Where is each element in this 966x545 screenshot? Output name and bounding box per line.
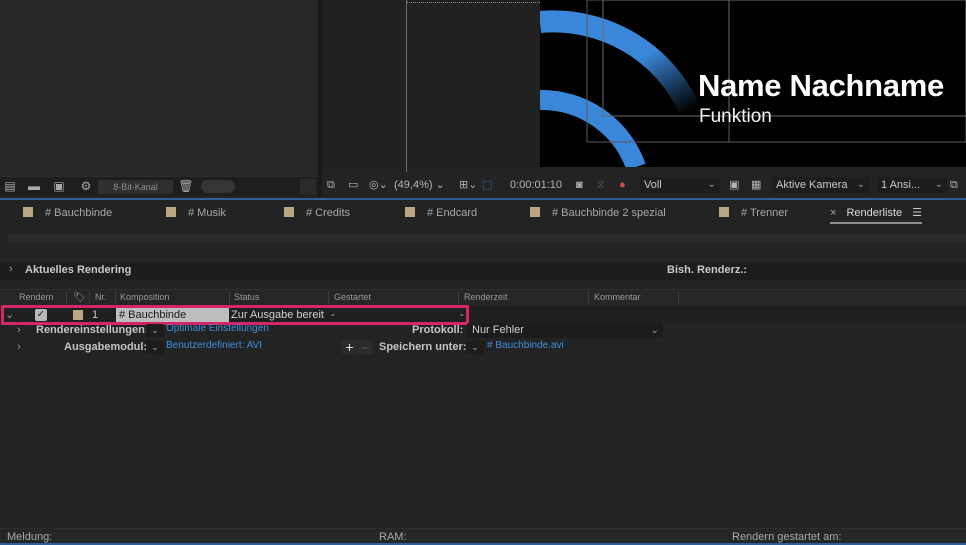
ram-label: RAM:	[379, 531, 407, 543]
col-kommentar[interactable]: Kommentar	[594, 292, 641, 302]
bit-depth-button[interactable]: 8-Bit-Kanal	[98, 180, 173, 194]
chevron-down-icon: ⌄	[650, 325, 659, 336]
composition-canvas[interactable]: Name Nachname Funktion	[540, 0, 966, 167]
current-render-section: › Aktuelles Rendering Bish. Renderz.:	[0, 262, 966, 280]
chevron-down-icon: ⌄	[856, 179, 865, 190]
tab-bauchbinde-2-spezial[interactable]: # Bauchbinde 2 spezial	[530, 206, 666, 224]
close-icon[interactable]: ×	[830, 207, 836, 219]
save-as-label: Speichern unter:	[379, 341, 467, 353]
tab-credits[interactable]: # Credits	[284, 206, 350, 224]
settings-icon[interactable]: ⚙	[78, 180, 94, 193]
chevron-right-icon[interactable]: ›	[9, 263, 13, 275]
label-color-swatch	[166, 207, 176, 217]
render-progress-bar	[8, 234, 966, 242]
tab-bauchbinde[interactable]: # Bauchbinde	[23, 206, 112, 224]
col-gestartet[interactable]: Gestartet	[334, 292, 371, 302]
timeline-tabbar: # Bauchbinde # Musik # Credits # Endcard…	[0, 200, 966, 227]
log-label: Protokoll:	[412, 324, 464, 336]
render-settings-link[interactable]: Optimale Einstellungen	[166, 321, 269, 337]
output-module-label: Ausgabemodul:	[64, 341, 148, 353]
interpret-footage-icon[interactable]: ▤	[2, 180, 18, 193]
add-output-module-button[interactable]: +	[342, 340, 357, 354]
view-options-icon[interactable]: ⧉	[950, 177, 958, 193]
tab-endcard[interactable]: # Endcard	[405, 206, 477, 224]
output-module-link[interactable]: Benutzerdefiniert: AVI	[166, 338, 262, 354]
scrollbar-corner	[300, 179, 316, 195]
guide-line-vertical	[406, 0, 407, 172]
project-footer-toolbar: ▤ ▬ ▣ ⚙ 8-Bit-Kanal 🗑	[0, 176, 318, 196]
current-render-label: Aktuelles Rendering	[25, 264, 132, 276]
transparency-grid-icon[interactable]: ⬚	[482, 177, 492, 193]
comp-function-text: Funktion	[699, 106, 772, 127]
label-color-swatch	[23, 207, 33, 217]
render-started-label: Rendern gestartet am:	[732, 531, 842, 543]
label-color-swatch	[530, 207, 540, 217]
after-effects-window: ▤ ▬ ▣ ⚙ 8-Bit-Kanal 🗑 Name Nachname Funk…	[0, 0, 966, 545]
always-preview-icon[interactable]: ⧉	[327, 177, 335, 193]
render-settings-dropdown[interactable]: ⌄	[146, 324, 164, 337]
composition-viewer[interactable]: Name Nachname Funktion	[322, 0, 966, 174]
tab-renderliste[interactable]: × Renderliste ☰	[830, 206, 922, 224]
show-snapshot-icon[interactable]: ⧖	[597, 177, 605, 193]
label-tag-icon[interactable]: 🏷	[73, 292, 86, 303]
region-of-interest-icon[interactable]: ▣	[729, 177, 739, 193]
grid-icon[interactable]: ⊞⌄	[459, 177, 477, 193]
chevron-down-icon: ⌄	[707, 179, 716, 190]
zoom-dropdown[interactable]: (49,4%) ⌄	[394, 177, 445, 193]
chevron-down-icon: ⌄	[934, 179, 943, 190]
resolution-dropdown[interactable]: Voll ⌄	[640, 177, 720, 193]
label-color-swatch	[405, 207, 415, 217]
col-rendern[interactable]: Rendern	[19, 292, 54, 302]
save-as-dropdown[interactable]: ⌄	[466, 341, 484, 354]
guide-line-horizontal	[407, 2, 540, 3]
inner-arc	[540, 90, 646, 167]
output-module-dropdown[interactable]: ⌄	[146, 341, 164, 354]
label-color-swatch	[719, 207, 729, 217]
chevron-right-icon[interactable]: ›	[17, 339, 21, 355]
timecode-display[interactable]: 0:00:01:10	[510, 177, 562, 193]
trash-icon[interactable]: 🗑	[178, 180, 194, 193]
col-status[interactable]: Status	[234, 292, 260, 302]
col-komposition[interactable]: Komposition	[120, 292, 170, 302]
mask-icon[interactable]: ◎⌄	[369, 177, 388, 193]
snapshot-icon[interactable]: ◙	[576, 177, 583, 193]
tab-trenner[interactable]: # Trenner	[719, 206, 788, 224]
elapsed-label: Bish. Renderz.:	[667, 264, 748, 276]
col-renderzeit[interactable]: Renderzeit	[464, 292, 508, 302]
col-nr[interactable]: Nr.	[95, 292, 107, 302]
render-queue-header: Rendern 🏷 Nr. Komposition Status Gestart…	[0, 289, 966, 305]
comp-name-text: Name Nachname	[698, 68, 944, 103]
camera-dropdown[interactable]: Aktive Kamera ⌄	[772, 177, 869, 193]
chevron-right-icon[interactable]: ›	[17, 322, 21, 338]
output-file-link[interactable]: # Bauchbinde.avi	[487, 338, 564, 354]
log-dropdown[interactable]: Nur Fehler ⌄	[467, 323, 663, 338]
folder-icon[interactable]: ▬	[26, 180, 42, 193]
panel-menu-icon[interactable]: ☰	[912, 206, 922, 220]
render-settings-label: Rendereinstellungen:	[36, 324, 149, 336]
new-composition-icon[interactable]: ▣	[51, 180, 67, 193]
view-layout-dropdown[interactable]: 1 Ansi... ⌄	[877, 177, 947, 193]
project-panel	[0, 0, 318, 197]
monitor-icon[interactable]: ▭	[348, 177, 358, 193]
toggle-transparency-icon[interactable]: ▦	[751, 177, 761, 193]
message-label: Meldung:	[7, 531, 53, 543]
thumbnail-size-slider[interactable]	[201, 180, 235, 193]
remove-output-module-button[interactable]: –	[358, 340, 373, 354]
tab-musik[interactable]: # Musik	[166, 206, 226, 224]
label-color-swatch	[284, 207, 294, 217]
viewer-toolbar: ⧉ ▭ ◎⌄ (49,4%) ⌄ ⊞⌄ ⬚ 0:00:01:10 ◙ ⧖ ● V…	[322, 174, 966, 196]
channel-icon[interactable]: ●	[619, 177, 626, 193]
